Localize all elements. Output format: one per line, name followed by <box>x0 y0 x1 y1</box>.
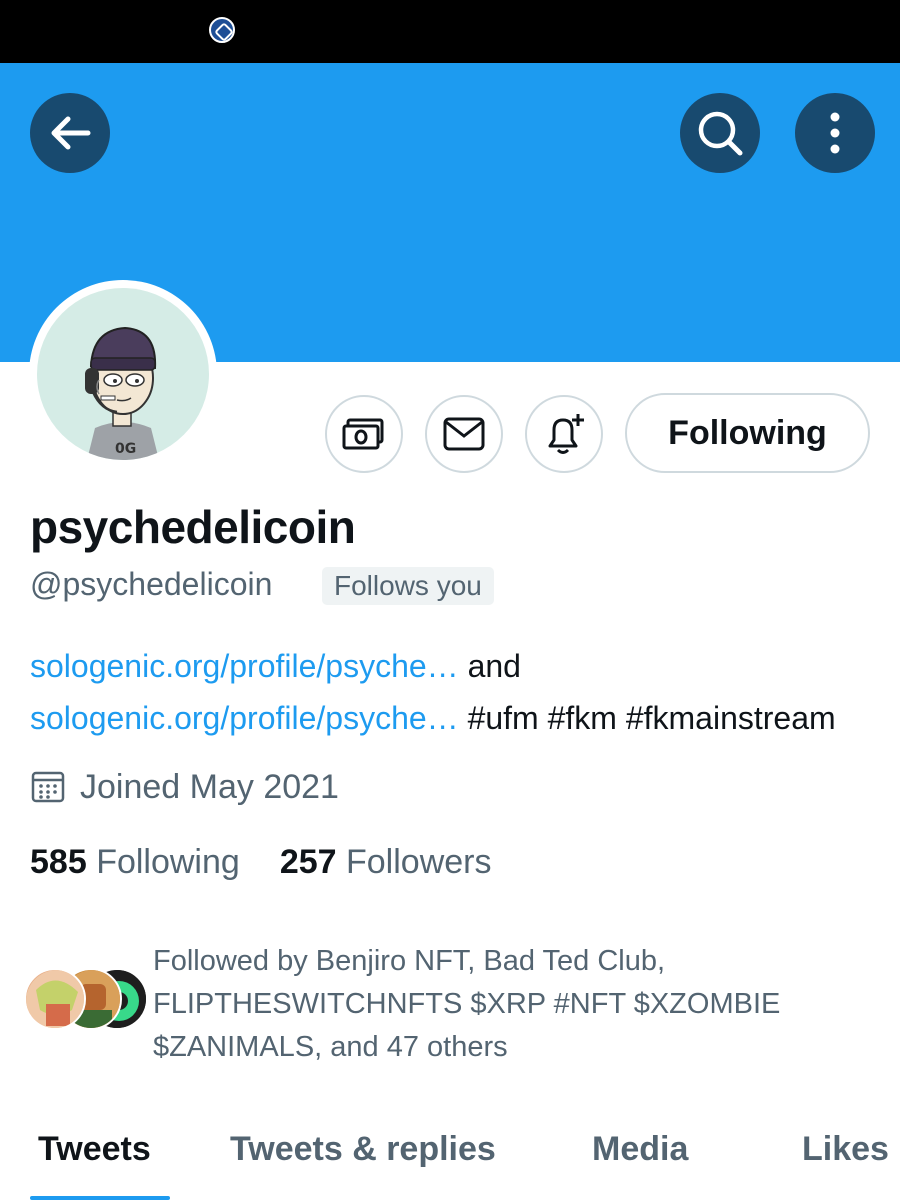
tab-tweets-replies[interactable]: Tweets & replies <box>230 1130 496 1169</box>
bio-hashtags: #ufm #fkm #fkmainstream <box>458 700 836 736</box>
following-label: Following <box>96 843 240 881</box>
active-tab-indicator <box>30 1196 170 1200</box>
avatar-image: 0G <box>37 288 209 460</box>
followers-stat[interactable]: 257 Followers <box>280 843 492 882</box>
following-stat[interactable]: 585 Following <box>30 843 240 882</box>
followers-label: Followers <box>346 843 492 881</box>
tab-tweets[interactable]: Tweets <box>38 1130 151 1169</box>
tab-media[interactable]: Media <box>592 1130 688 1169</box>
followed-by-text[interactable]: Followed by Benjiro NFT, Bad Ted Club, F… <box>153 940 853 1069</box>
bell-plus-icon <box>548 414 584 454</box>
message-button[interactable] <box>425 395 503 473</box>
following-count: 585 <box>30 843 87 881</box>
notify-button[interactable] <box>525 395 603 473</box>
search-icon <box>698 111 743 156</box>
bio-link-1[interactable]: sologenic.org/profile/psyche… <box>30 648 459 684</box>
more-options-button[interactable] <box>795 93 875 173</box>
bio-link-2[interactable]: sologenic.org/profile/psyche… <box>30 700 459 736</box>
bio-text-and: and <box>458 648 521 684</box>
followers-count: 257 <box>279 843 337 881</box>
display-name: psychedelicoin <box>30 501 356 553</box>
status-bar <box>0 0 900 63</box>
profile-bio: sologenic.org/profile/psyche… and sologe… <box>30 640 870 744</box>
avatar <box>24 968 86 1030</box>
followed-by-avatars[interactable] <box>24 968 148 1032</box>
app-logo-icon <box>209 17 235 43</box>
following-button[interactable]: Following <box>625 393 870 473</box>
back-button[interactable] <box>30 93 110 173</box>
mail-icon <box>443 417 485 451</box>
search-button[interactable] <box>680 93 760 173</box>
profile-avatar[interactable]: 0G <box>29 280 217 468</box>
joined-text: Joined May 2021 <box>80 767 339 806</box>
joined-date: Joined May 2021 <box>30 765 339 809</box>
profile-tabs: Tweets Tweets & replies Media Likes <box>0 1120 900 1200</box>
arrow-left-icon <box>51 116 91 150</box>
tab-likes[interactable]: Likes <box>802 1130 889 1169</box>
svg-text:0G: 0G <box>115 441 136 457</box>
more-vertical-icon <box>830 112 840 154</box>
profile-handle: @psychedelicoin <box>30 566 273 602</box>
follow-stats: 585 Following 257 Followers <box>30 843 531 882</box>
money-tip-icon <box>342 418 384 450</box>
calendar-icon <box>31 771 65 803</box>
tip-button[interactable] <box>325 395 403 473</box>
follows-you-badge: Follows you <box>322 567 494 605</box>
